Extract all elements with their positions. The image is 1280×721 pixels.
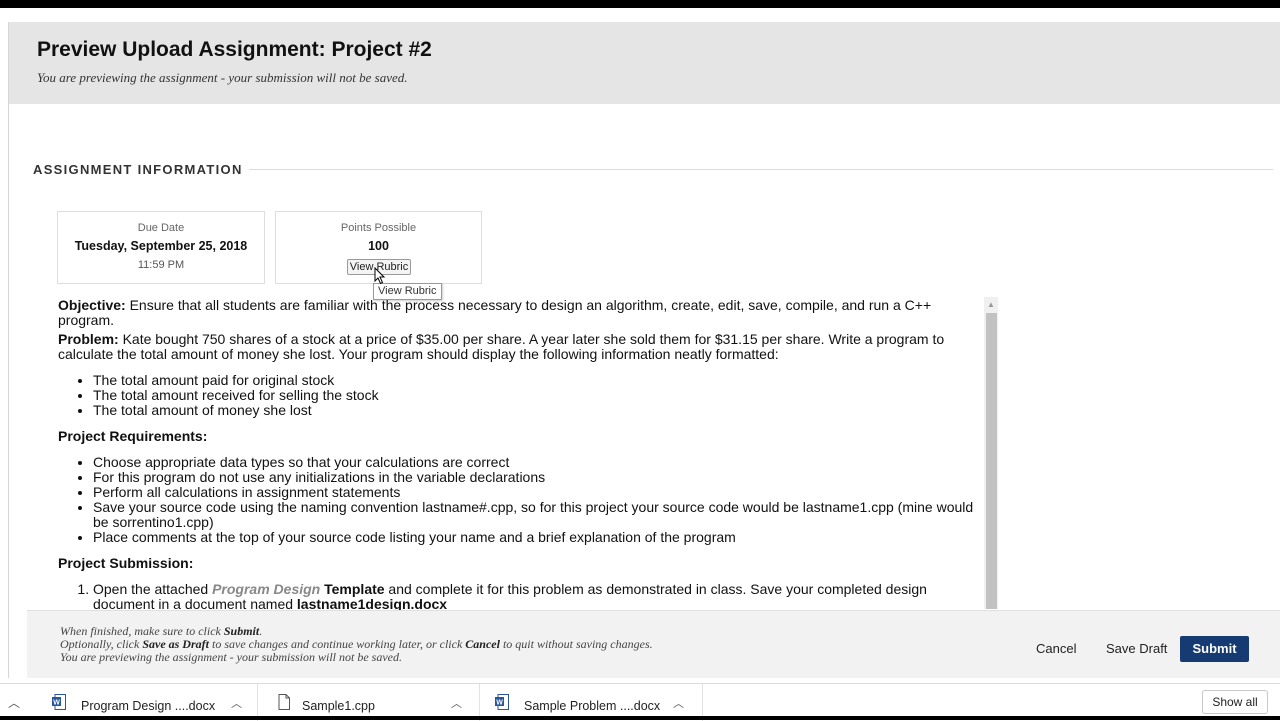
assignment-instructions: Objective: Ensure that all students are … [58,298,984,614]
scroll-up-arrow-icon[interactable]: ▲ [986,300,996,310]
assignment-info-header: ASSIGNMENT INFORMATION [33,162,1273,178]
objective-paragraph: Objective: Ensure that all students are … [58,298,984,328]
note-emphasis: Save as Draft [142,637,209,651]
note-text: to save changes and continue working lat… [208,637,466,651]
show-all-downloads-button[interactable]: Show all [1202,690,1268,714]
note-text: Optionally, click [60,637,143,651]
chevron-up-icon[interactable]: ︿ [231,695,243,710]
requirements-heading: Project Requirements: [58,428,208,444]
browser-top-edge [0,0,1280,8]
section-divider [249,169,1273,170]
submission-heading: Project Submission: [58,555,194,571]
note-text: . [259,624,263,638]
template-label: Template [320,581,385,597]
submission-steps: Open the attached Program Design Templat… [93,582,984,612]
due-date-label: Due Date [137,222,185,234]
word-doc-icon: W [495,694,509,710]
program-design-link[interactable]: Program Design [212,581,320,597]
download-filename: Sample Problem ....docx [524,699,661,713]
svg-text:W: W [496,699,503,706]
downloads-bar: ︿ W Program Design ....docx ︿ Sample1.cp… [0,683,1280,721]
word-doc-icon: W [52,694,66,710]
list-item: Perform all calculations in assignment s… [93,485,984,500]
cancel-button[interactable]: Cancel [1036,641,1076,656]
footer-note-3: You are previewing the assignment - your… [60,650,402,664]
objective-text: Ensure that all students are familiar wi… [58,298,932,328]
note-text: When finished, make sure to click [60,624,224,638]
list-item: Open the attached Program Design Templat… [93,582,984,612]
requirements-list: Choose appropriate data types so that yo… [93,455,984,545]
problem-paragraph: Problem: Kate bought 750 shares of a sto… [58,332,984,362]
page-frame: Preview Upload Assignment: Project #2 Yo… [8,22,1280,678]
problem-label: Problem: [58,331,119,347]
note-emphasis: Submit [223,624,260,638]
section-title: ASSIGNMENT INFORMATION [33,162,243,177]
display-items-list: The total amount paid for original stock… [93,373,984,418]
mouse-cursor-icon [374,267,386,285]
content-scrollbar-thumb[interactable] [986,313,997,609]
points-label: Points Possible [340,222,417,234]
svg-text:W: W [53,699,60,706]
chevron-up-icon[interactable]: ︿ [673,695,685,710]
list-item: Place comments at the top of your source… [93,530,984,545]
list-item: Choose appropriate data types so that yo… [93,455,984,470]
problem-text: Kate bought 750 shares of a stock at a p… [58,331,945,362]
chevron-up-icon[interactable]: ︿ [8,694,22,710]
due-time-value: 11:59 PM [137,259,185,271]
list-item: Save your source code using the naming c… [93,500,984,530]
objective-label: Objective: [58,298,126,313]
page-header: Preview Upload Assignment: Project #2 Yo… [9,22,1280,104]
list-item: The total amount of money she lost [93,403,984,418]
view-rubric-tooltip: View Rubric [373,283,442,300]
download-filename: Program Design ....docx [81,699,216,713]
note-emphasis: Cancel [465,637,500,651]
step-text: Open the attached [93,581,213,597]
file-icon [278,694,290,710]
screen-bottom-edge [0,716,1280,720]
note-text: to quit without saving changes. [499,637,653,651]
preview-notice: You are previewing the assignment - your… [37,70,408,85]
list-item: For this program do not use any initiali… [93,470,984,485]
list-item: The total amount paid for original stock [93,373,984,388]
download-filename: Sample1.cpp [302,699,375,713]
points-value: 100 [368,239,389,253]
page-title: Preview Upload Assignment: Project #2 [37,38,432,61]
list-item: The total amount received for selling th… [93,388,984,403]
submission-footer: When finished, make sure to click Submit… [27,610,1280,678]
due-date-value: Tuesday, September 25, 2018 [74,239,248,253]
chevron-up-icon[interactable]: ︿ [451,695,463,710]
submit-button[interactable]: Submit [1180,636,1249,662]
due-date-card: Due Date Tuesday, September 25, 2018 11:… [57,211,265,284]
save-draft-button[interactable]: Save Draft [1106,641,1167,656]
